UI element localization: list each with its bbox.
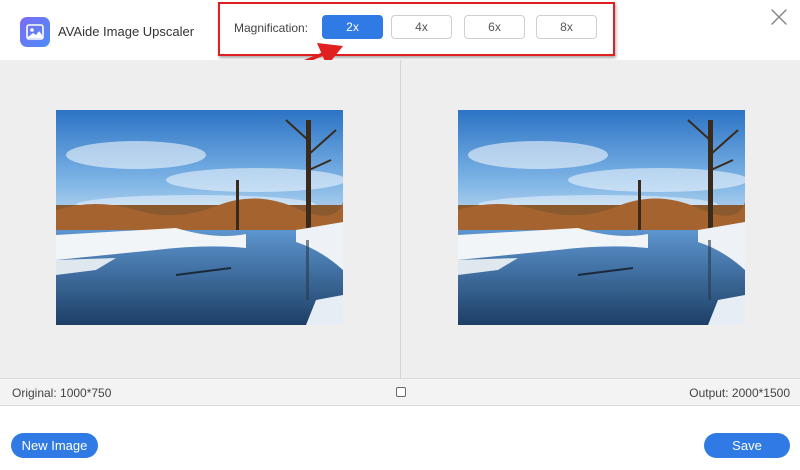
original-image — [56, 110, 343, 325]
preview-divider — [400, 60, 401, 378]
status-bar: Original: 1000*750 Output: 2000*1500 — [0, 378, 800, 406]
magnification-8x-button[interactable]: 8x — [536, 15, 597, 39]
compare-square-icon[interactable] — [396, 387, 406, 397]
output-size-label: Output: 2000*1500 — [689, 386, 790, 400]
magnification-4x-button[interactable]: 4x — [391, 15, 452, 39]
save-button[interactable]: Save — [704, 433, 790, 458]
original-size-label: Original: 1000*750 — [12, 386, 112, 400]
close-icon[interactable] — [770, 8, 788, 26]
magnification-6x-button[interactable]: 6x — [464, 15, 525, 39]
app-title: AVAide Image Upscaler — [58, 24, 195, 39]
preview-area — [0, 60, 800, 378]
new-image-button[interactable]: New Image — [11, 433, 98, 458]
title-bar: AVAide Image Upscaler Magnification: 2x … — [0, 0, 800, 60]
magnification-label: Magnification: — [234, 21, 309, 35]
app-logo-icon — [20, 17, 50, 47]
output-image — [458, 110, 745, 325]
magnification-2x-button[interactable]: 2x — [322, 15, 383, 39]
